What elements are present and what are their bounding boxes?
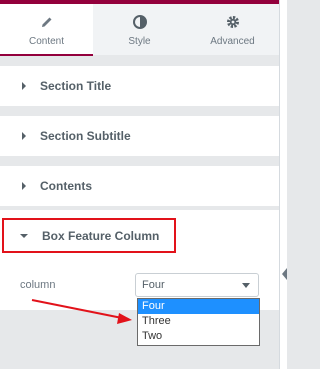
divider <box>0 56 279 66</box>
caret-right-icon <box>22 182 26 190</box>
section-contents-toggle[interactable]: Contents <box>0 166 279 206</box>
option-four[interactable]: Four <box>138 299 259 314</box>
option-three[interactable]: Three <box>138 314 259 329</box>
section-contents-label: Contents <box>40 179 92 193</box>
panel-edge <box>279 0 287 369</box>
tab-content[interactable]: Content <box>0 4 93 56</box>
section-title-toggle[interactable]: Section Title <box>0 66 279 106</box>
column-label: column <box>20 279 56 291</box>
tab-style[interactable]: Style <box>93 4 186 56</box>
column-options-list: Four Three Two <box>137 298 260 346</box>
divider <box>0 106 279 116</box>
caret-right-icon <box>22 82 26 90</box>
tab-style-label: Style <box>128 36 151 47</box>
box-feature-column-label: Box Feature Column <box>42 228 160 243</box>
chevron-down-icon <box>242 283 250 288</box>
section-subtitle-label: Section Subtitle <box>40 129 131 143</box>
box-feature-column-toggle[interactable]: Box Feature Column <box>2 218 176 253</box>
section-subtitle-toggle[interactable]: Section Subtitle <box>0 116 279 156</box>
collapse-handle-icon[interactable] <box>282 268 287 280</box>
tab-advanced-label: Advanced <box>210 36 255 47</box>
tab-content-label: Content <box>28 36 65 47</box>
caret-down-icon <box>20 233 28 238</box>
pencil-icon <box>39 14 55 30</box>
section-title-label: Section Title <box>40 79 112 93</box>
column-select[interactable]: Four <box>135 273 259 297</box>
column-select-value: Four <box>142 279 165 291</box>
option-two[interactable]: Two <box>138 329 259 344</box>
caret-right-icon <box>22 132 26 140</box>
divider <box>0 156 279 166</box>
gear-icon <box>225 14 241 30</box>
half-circle-icon <box>132 14 148 30</box>
tab-advanced[interactable]: Advanced <box>186 4 279 56</box>
panel-tabs: Content Style Advanced <box>0 4 279 56</box>
